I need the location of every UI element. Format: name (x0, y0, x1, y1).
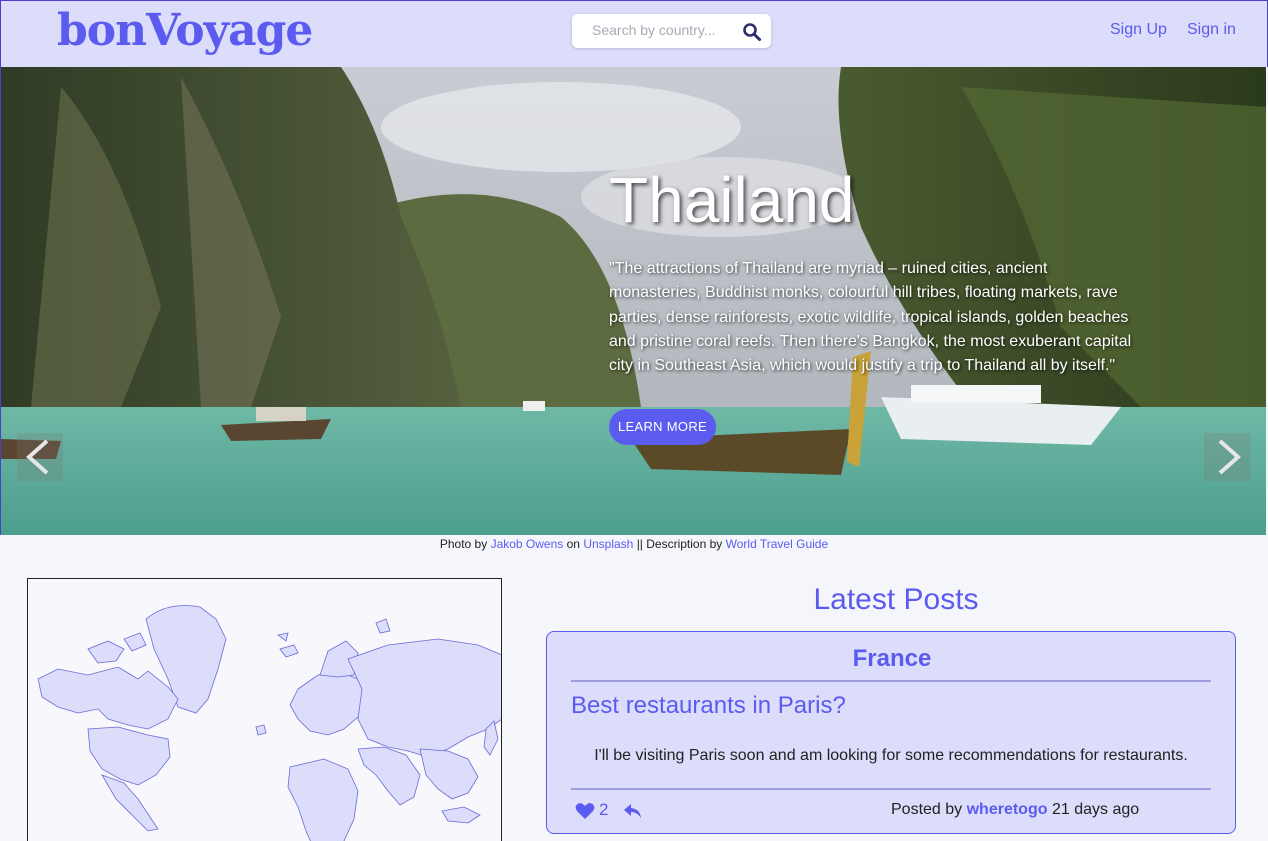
chevron-left-icon (25, 439, 49, 475)
post-card[interactable]: France Best restaurants in Paris? I'll b… (546, 631, 1236, 834)
hero-title: Thailand (609, 164, 855, 236)
photographer-link[interactable]: Jakob Owens (491, 537, 564, 551)
unsplash-link[interactable]: Unsplash (583, 537, 633, 551)
post-meta: Posted by wheretogo 21 days ago (891, 801, 1139, 819)
hero-carousel: Thailand "The attractions of Thailand ar… (0, 67, 1266, 535)
posted-by-label: Posted by (891, 801, 963, 818)
carousel-next-button[interactable] (1204, 433, 1250, 481)
credit-separator: || Description by (636, 537, 723, 551)
sign-up-link[interactable]: Sign Up (1110, 21, 1167, 39)
heart-icon[interactable] (575, 802, 595, 820)
post-footer: 2 Posted by wheretogo 21 days ago (571, 797, 1211, 825)
sign-in-link[interactable]: Sign in (1187, 21, 1236, 39)
search-bar[interactable] (572, 14, 771, 48)
site-header: bonVoyage Sign Up Sign in (0, 0, 1268, 67)
search-icon[interactable] (742, 22, 762, 42)
post-country[interactable]: France (547, 645, 1237, 673)
carousel-prev-button[interactable] (17, 433, 63, 481)
world-map-image (37, 605, 501, 841)
credit-photo-by: Photo by (439, 537, 488, 551)
post-age: 21 days ago (1051, 801, 1140, 818)
like-count: 2 (599, 800, 609, 819)
latest-posts-heading: Latest Posts (813, 583, 979, 616)
author-link[interactable]: wheretogo (967, 801, 1048, 818)
credit-on: on (566, 537, 580, 551)
logo[interactable]: bonVoyage (57, 5, 313, 56)
search-input[interactable] (592, 22, 742, 38)
chevron-right-icon (1218, 439, 1242, 475)
world-travel-guide-link[interactable]: World Travel Guide (726, 537, 829, 551)
post-title[interactable]: Best restaurants in Paris? (571, 692, 846, 720)
post-body: I'll be visiting Paris soon and am looki… (594, 747, 1188, 764)
learn-more-button[interactable]: LEARN MORE (609, 409, 716, 445)
reply-icon[interactable] (623, 801, 643, 821)
divider (571, 788, 1211, 790)
photo-credit: Photo by Jakob Owens on Unsplash || Desc… (0, 537, 1268, 551)
divider (571, 680, 1211, 682)
hero-description: "The attractions of Thailand are myriad … (609, 260, 1132, 375)
world-map[interactable] (27, 578, 502, 841)
